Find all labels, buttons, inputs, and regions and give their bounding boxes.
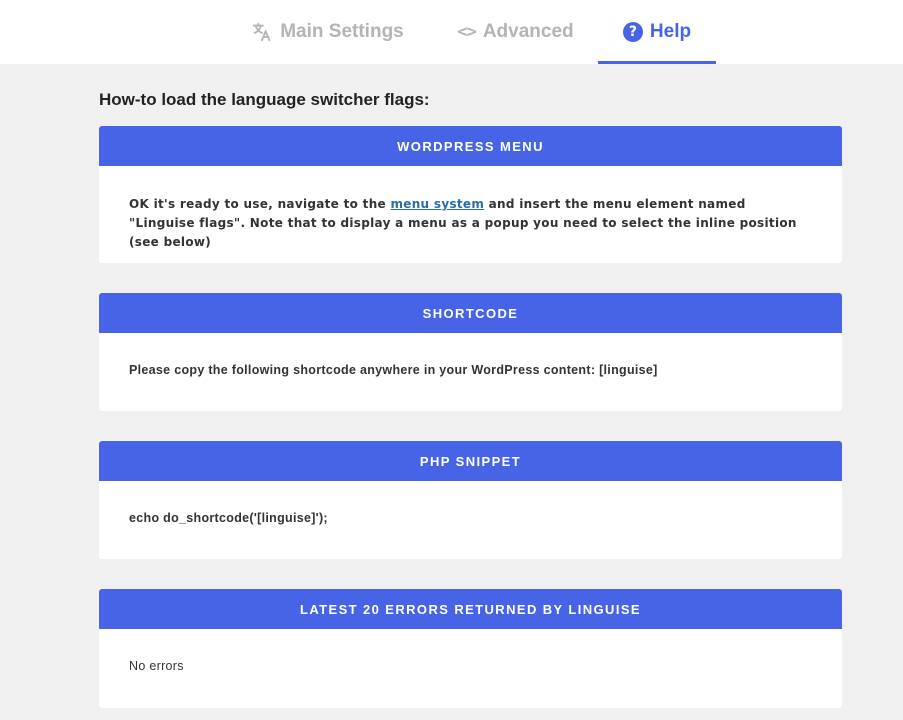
wordpress-menu-text: OK it's ready to use, navigate to the me… — [99, 166, 842, 252]
translate-icon — [251, 21, 273, 43]
help-circle-icon: ? — [622, 22, 643, 42]
tab-help[interactable]: ? Help — [598, 0, 716, 64]
php-snippet-text: echo do_shortcode('[linguise]'); — [129, 511, 328, 525]
wordpress-menu-text-before: OK it's ready to use, navigate to the — [129, 197, 391, 211]
tab-bar: Main Settings <> Advanced ? Help — [0, 0, 903, 64]
tab-advanced[interactable]: <> Advanced — [448, 0, 583, 64]
wordpress-menu-card: WORDPRESS MENU OK it's ready to use, nav… — [99, 126, 842, 263]
code-icon: <> — [457, 22, 477, 42]
shortcode-text: Please copy the following shortcode anyw… — [129, 363, 658, 377]
menu-system-link[interactable]: menu system — [390, 197, 484, 211]
errors-text: No errors — [129, 659, 184, 673]
php-snippet-card: PHP SNIPPET echo do_shortcode('[linguise… — [99, 441, 842, 559]
tab-main-settings[interactable]: Main Settings — [240, 0, 415, 64]
errors-card: LATEST 20 ERRORS RETURNED BY LINGUISE No… — [99, 589, 842, 708]
wordpress-menu-title: WORDPRESS MENU — [99, 126, 842, 166]
shortcode-title: SHORTCODE — [99, 293, 842, 333]
errors-title: LATEST 20 ERRORS RETURNED BY LINGUISE — [99, 589, 842, 629]
tab-advanced-label: Advanced — [482, 21, 574, 42]
page-heading: How-to load the language switcher flags: — [99, 90, 430, 109]
shortcode-card: SHORTCODE Please copy the following shor… — [99, 293, 842, 411]
tab-main-settings-label: Main Settings — [280, 21, 404, 42]
tab-help-label: Help — [649, 21, 692, 42]
php-snippet-title: PHP SNIPPET — [99, 441, 842, 481]
